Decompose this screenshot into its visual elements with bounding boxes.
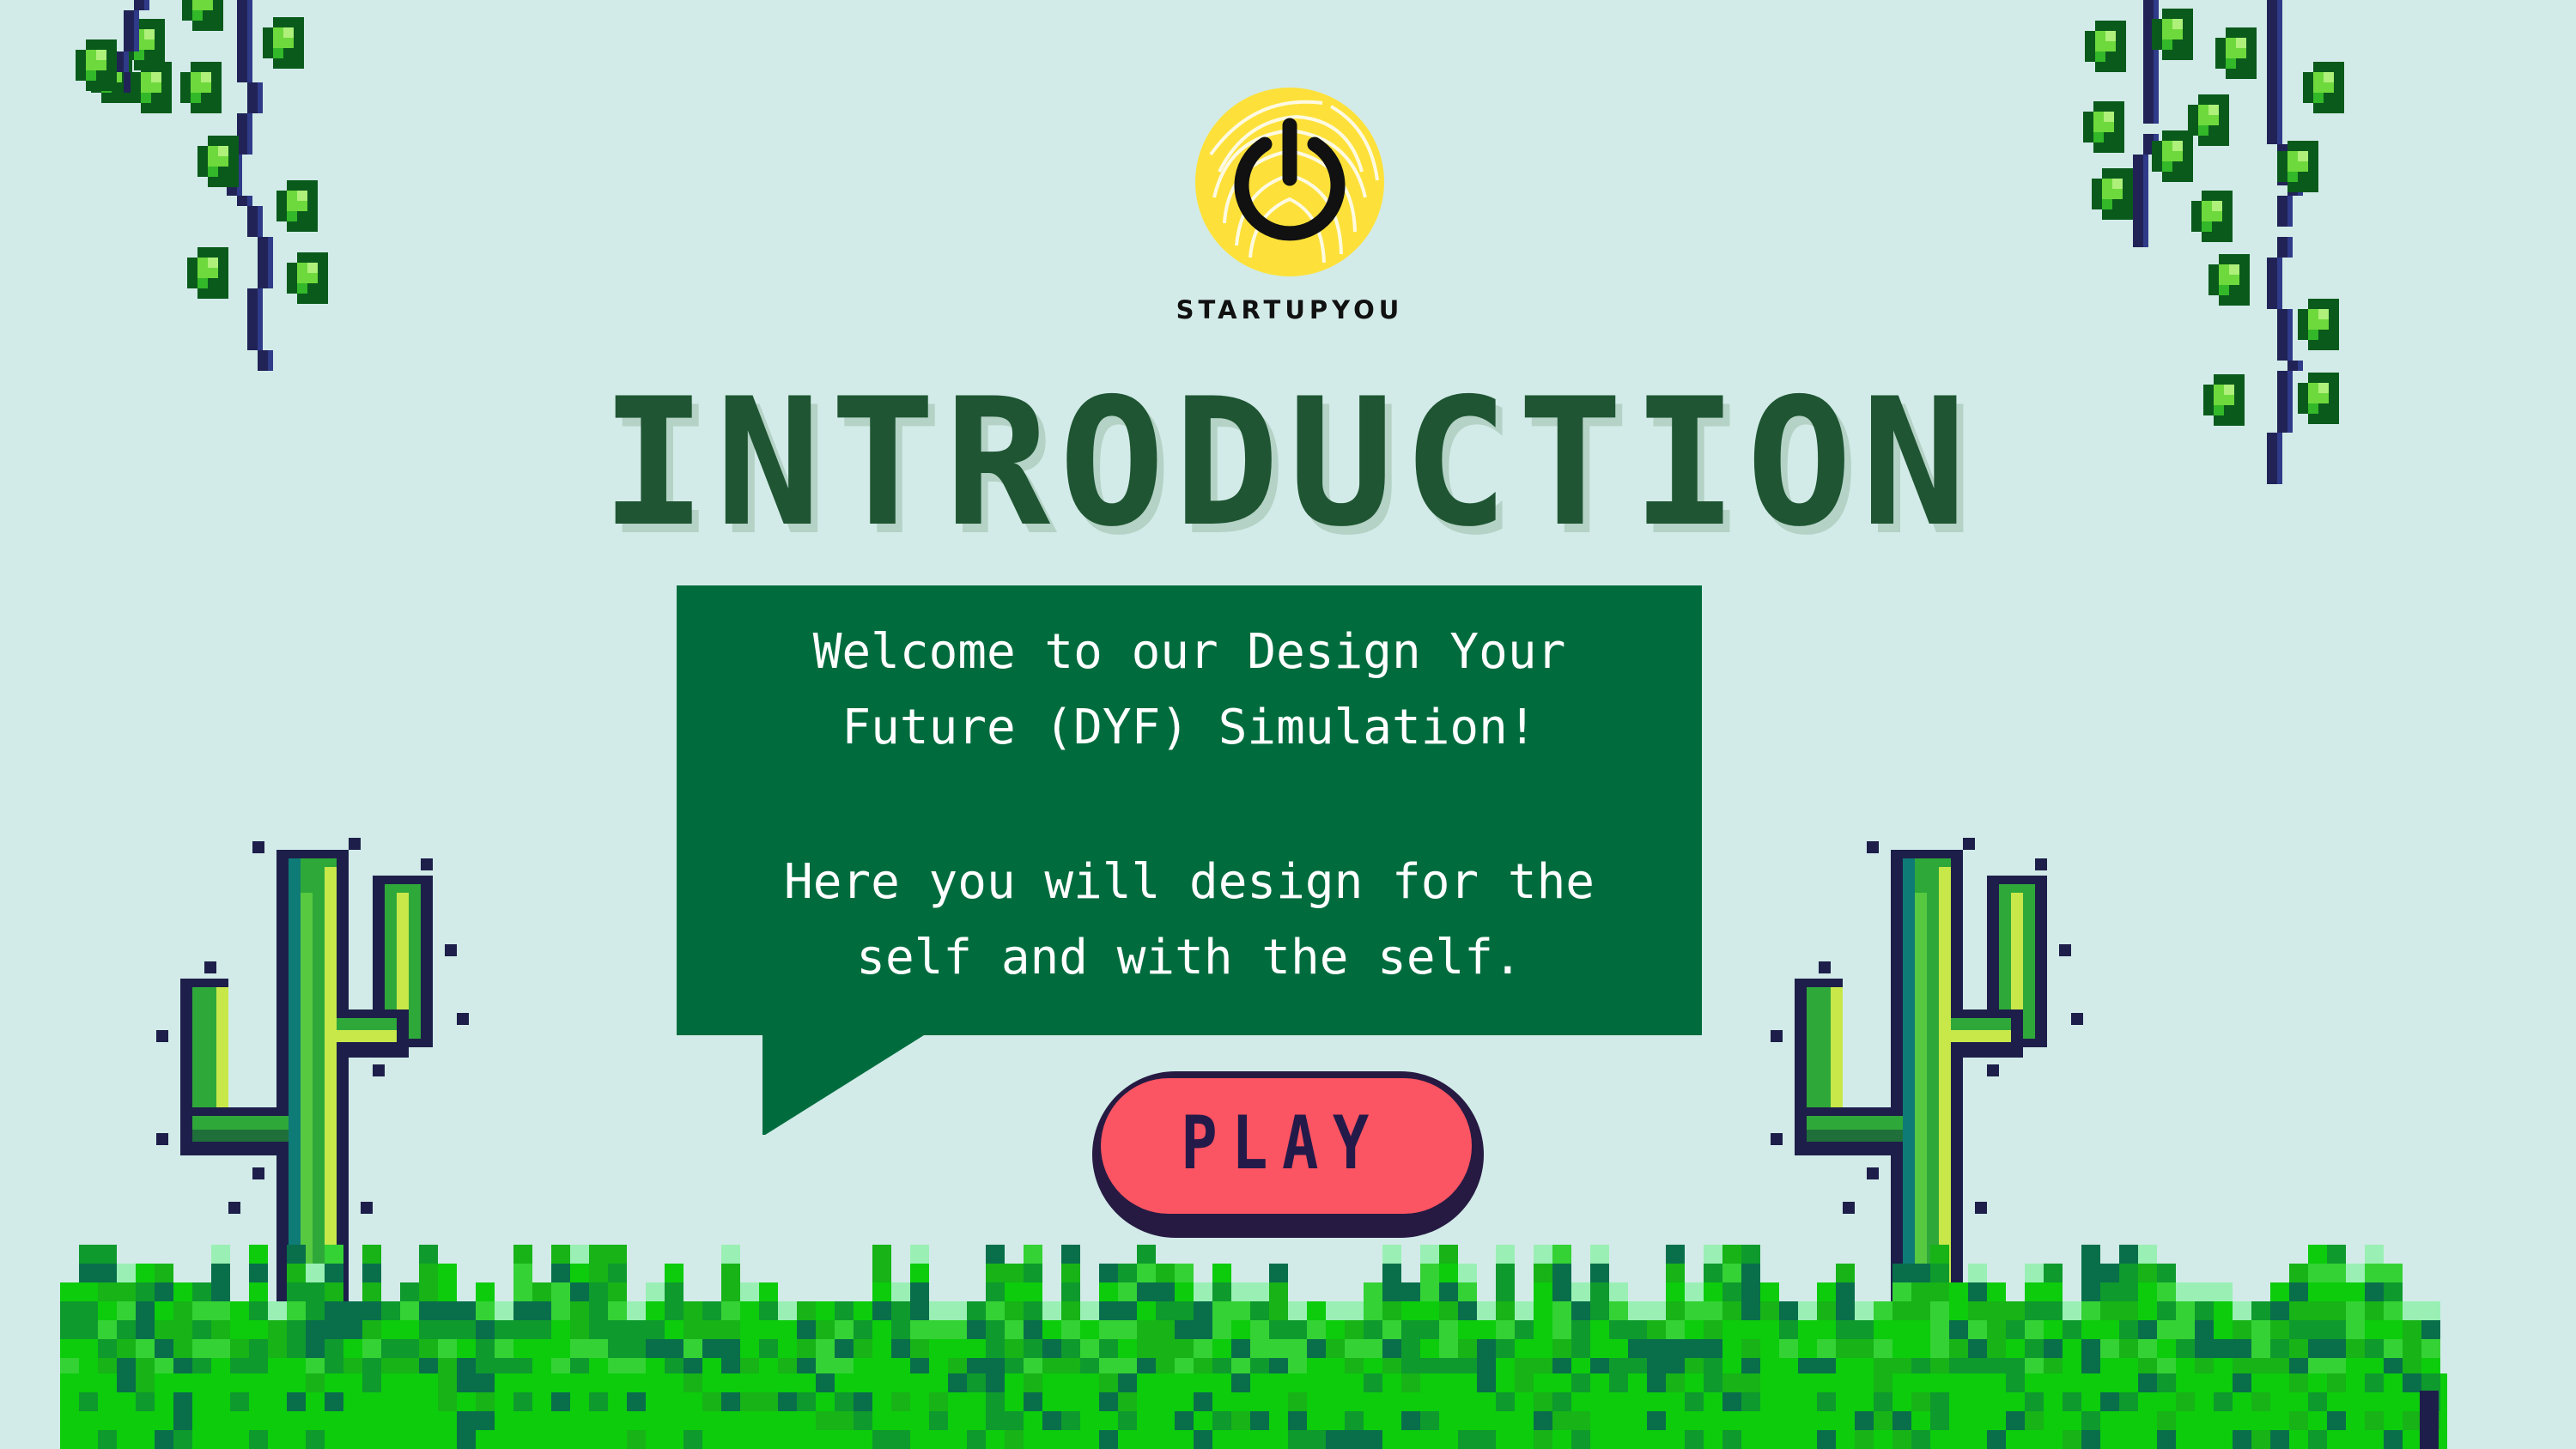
play-button-label: PLAY [1181,1100,1383,1186]
play-button[interactable]: PLAY [1092,1071,1484,1238]
dialog-line-4: self and with the self. [856,930,1522,985]
dialog-text: Welcome to our Design Your Future (DYF) … [677,615,1702,996]
brand-logo [1194,86,1386,326]
page-title: INTRODUCTION [600,361,1976,566]
dialog-line-1: Welcome to our Design Your [812,624,1566,680]
dialog-line-2: Future (DYF) Simulation! [841,700,1537,755]
fingerprint-logo-icon [1195,88,1384,276]
dialog-spacer [677,766,1702,845]
dialog-line-3: Here you will design for the [783,854,1595,910]
brand-name: STARTUPYOU [1176,295,1404,324]
